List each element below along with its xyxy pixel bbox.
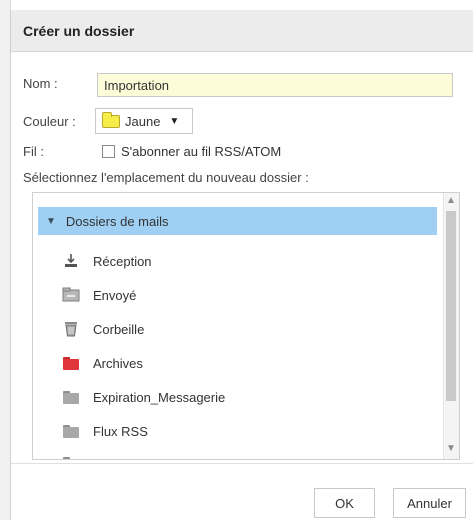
name-label: Nom : <box>23 76 58 91</box>
folder-grey-icon <box>62 389 80 405</box>
tree-item-trash[interactable]: Corbeille <box>62 317 144 341</box>
rss-subscribe-checkbox[interactable] <box>102 145 115 158</box>
color-label: Couleur : <box>23 114 76 129</box>
location-prompt-row: Sélectionnez l'emplacement du nouveau do… <box>23 170 309 185</box>
tree-item-sent[interactable]: Envoyé <box>62 283 136 307</box>
footer-divider <box>11 463 473 464</box>
tree-item-expiration[interactable]: Expiration_Messagerie <box>62 385 225 409</box>
tree-item-label: Envoyé <box>93 287 137 303</box>
tree-item-partial <box>62 451 80 459</box>
cancel-button[interactable]: Annuler <box>393 488 466 518</box>
tree-item-label: Flux RSS <box>93 423 148 439</box>
ok-button[interactable]: OK <box>314 488 375 518</box>
inbox-icon <box>62 253 80 269</box>
trash-icon <box>62 321 80 337</box>
tree-item-reception[interactable]: Réception <box>62 249 152 273</box>
folder-name-input[interactable] <box>97 73 453 97</box>
expand-triangle-icon: ▼ <box>46 215 56 227</box>
color-dropdown[interactable]: Jaune ▼ <box>95 108 193 134</box>
tree-item-label: Expiration_Messagerie <box>93 389 226 405</box>
scroll-up-icon[interactable]: ▲ <box>446 195 456 206</box>
scroll-thumb[interactable] <box>446 211 456 401</box>
tree-root-label: Dossiers de mails <box>65 213 169 229</box>
tree-item-label: Archives <box>93 355 143 371</box>
rss-subscribe-label[interactable]: S'abonner au fil RSS/ATOM <box>121 144 281 159</box>
dialog-titlebar: Créer un dossier <box>11 10 473 52</box>
create-folder-dialog: Créer un dossier Nom : Couleur : Jaune ▼… <box>10 10 473 520</box>
folder-red-icon <box>62 355 80 371</box>
folder-grey-icon <box>62 423 80 439</box>
name-row: Nom : <box>23 76 58 91</box>
feed-row: Fil : <box>23 144 44 159</box>
sent-icon <box>62 287 80 303</box>
dialog-title: Créer un dossier <box>23 22 135 39</box>
tree-root-mail-folders[interactable]: ▼ Dossiers de mails <box>38 207 437 235</box>
feed-label: Fil : <box>23 144 44 159</box>
tree-item-rss[interactable]: Flux RSS <box>62 419 148 443</box>
location-prompt: Sélectionnez l'emplacement du nouveau do… <box>23 170 309 185</box>
scroll-down-icon[interactable]: ▼ <box>446 443 456 454</box>
folder-tree: ▼ Dossiers de mails Réception Envoyé Cor… <box>32 192 460 460</box>
tree-item-archives[interactable]: Archives <box>62 351 143 375</box>
tree-item-label: Réception <box>93 253 152 269</box>
color-value: Jaune <box>125 113 161 129</box>
tree-item-label: Corbeille <box>93 321 145 337</box>
color-row: Couleur : <box>23 114 76 129</box>
tree-scrollbar[interactable]: ▲ ▼ <box>443 193 459 459</box>
folder-yellow-icon <box>102 111 120 128</box>
dropdown-arrow-icon: ▼ <box>169 115 180 127</box>
folder-grey-icon <box>62 455 80 459</box>
